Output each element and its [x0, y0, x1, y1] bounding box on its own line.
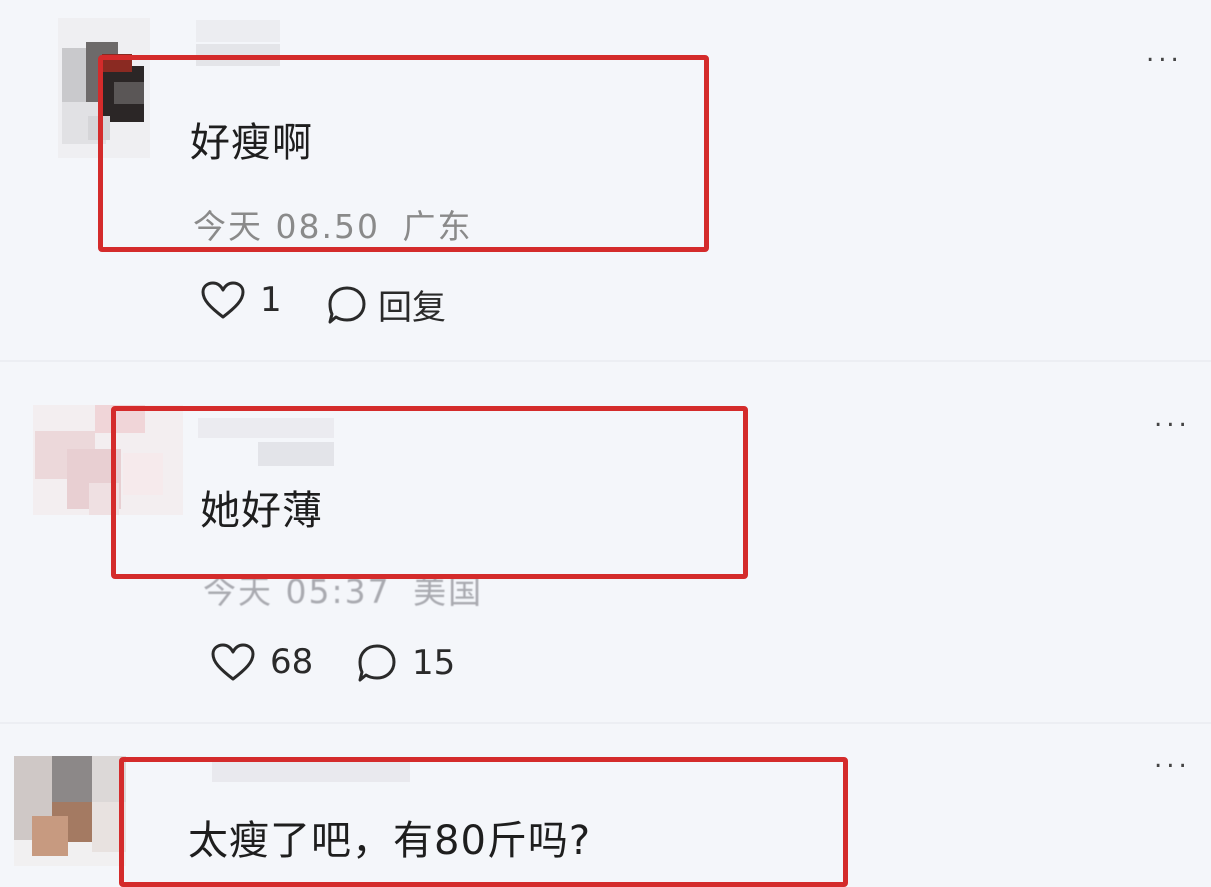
- more-dots-icon[interactable]: ...: [1146, 38, 1183, 68]
- more-dots-icon[interactable]: ...: [1154, 403, 1191, 433]
- like-count: 1: [260, 280, 282, 320]
- reply-button[interactable]: 15: [356, 642, 455, 684]
- like-count: 68: [270, 642, 314, 682]
- heart-outline-icon: [200, 280, 246, 320]
- chat-bubble-icon: [356, 642, 398, 684]
- chat-bubble-icon: [326, 284, 368, 326]
- avatar[interactable]: [14, 756, 126, 866]
- heart-outline-icon: [210, 642, 256, 682]
- reply-count: 15: [412, 643, 456, 683]
- like-button[interactable]: 68: [210, 642, 313, 682]
- reply-label: 回复: [378, 288, 446, 328]
- more-dots-icon[interactable]: ...: [1154, 744, 1191, 774]
- highlight-box: [119, 757, 848, 887]
- divider: [0, 722, 1211, 724]
- highlight-box: [111, 406, 748, 579]
- divider: [0, 360, 1211, 362]
- highlight-box: [98, 55, 709, 252]
- reply-button[interactable]: 回复: [326, 280, 446, 329]
- like-button[interactable]: 1: [200, 280, 282, 320]
